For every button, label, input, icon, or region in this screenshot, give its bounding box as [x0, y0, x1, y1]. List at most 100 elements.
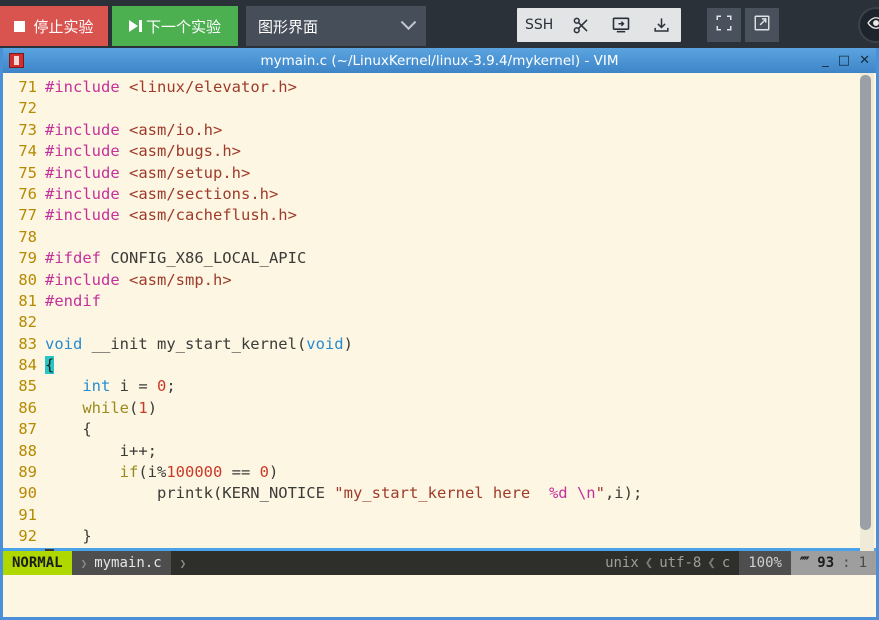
code-line: 88 i++; — [3, 441, 876, 462]
line-number: 92 — [18, 527, 37, 546]
code-token: #include — [45, 78, 129, 96]
code-line: 82 — [3, 312, 876, 333]
status-filetype: c — [721, 555, 731, 571]
code-line: 74 #include <asm/bugs.h> — [3, 141, 876, 162]
code-token: 0 — [259, 463, 269, 482]
code-line: 93} — [3, 547, 876, 551]
display-mode-value: 图形界面 — [258, 17, 319, 36]
ssh-label: SSH — [525, 17, 554, 33]
stop-experiment-label: 停止实验 — [33, 17, 94, 36]
code-token: #include — [45, 120, 129, 139]
code-token: ) — [147, 398, 158, 417]
code-line: 77 #include <asm/cacheflush.h> — [3, 205, 876, 226]
status-sep-2: ❮ — [707, 555, 716, 571]
code-token: #ifdef — [45, 249, 111, 268]
code-line: 71 #include <linux/elevator.h> — [3, 77, 876, 98]
close-button[interactable]: ✕ — [859, 54, 870, 67]
code-token: == — [222, 463, 260, 482]
code-token: #include — [45, 206, 129, 225]
line-number: 73 — [18, 120, 37, 139]
code-token: <asm/sections.h> — [129, 184, 279, 203]
eye-icon — [867, 14, 879, 36]
code-line: 78 — [3, 227, 876, 248]
code-token: void — [45, 334, 83, 353]
status-filename: mymain.c — [94, 555, 162, 571]
line-number: 93 — [3, 548, 45, 551]
status-sep-1: ❮ — [644, 555, 654, 571]
chevron-down-icon — [400, 13, 417, 30]
code-token: void — [306, 334, 344, 353]
line-number: 76 — [18, 184, 37, 203]
code-token: 0 — [157, 377, 167, 396]
scrollbar-thumb[interactable] — [860, 75, 871, 530]
code-token: <asm/smp.h> — [129, 270, 232, 289]
code-token: <asm/cacheflush.h> — [129, 206, 297, 225]
code-token: #include — [45, 142, 129, 161]
code-line: 76 #include <asm/sections.h> — [3, 184, 876, 205]
window-title: mymain.c (~/LinuxKernel/linux-3.9.4/myke… — [260, 52, 619, 69]
code-token: <asm/setup.h> — [129, 163, 251, 182]
code-line: 80 #include <asm/smp.h> — [3, 270, 876, 291]
status-filler: ❯ — [170, 551, 597, 575]
connection-tool-group: SSH — [517, 8, 682, 42]
visibility-toggle-button[interactable] — [858, 7, 879, 43]
line-number: 83 — [18, 334, 37, 353]
code-token: #include — [45, 163, 129, 182]
maximize-button[interactable]: □ — [838, 54, 850, 67]
line-number: 85 — [18, 377, 37, 396]
code-token: %d — [548, 484, 568, 503]
share-screen-button[interactable] — [601, 8, 641, 42]
code-token: } — [45, 527, 92, 546]
code-token: " — [595, 484, 605, 503]
fullscreen-button[interactable] — [707, 8, 741, 42]
fullscreen-icon — [715, 14, 733, 36]
download-button[interactable] — [641, 8, 681, 42]
code-token: 1 — [138, 398, 148, 417]
line-number: 79 — [18, 249, 37, 268]
code-token: ) — [269, 463, 279, 482]
line-number: 81 — [18, 291, 37, 310]
status-encoding: utf-8 — [659, 555, 702, 571]
popout-button[interactable] — [745, 8, 779, 42]
code-token: i = — [110, 377, 157, 396]
code-line: 81 #endif — [3, 291, 876, 312]
code-token: if — [119, 463, 139, 482]
code-token: "my_start_kernel here — [334, 484, 549, 503]
status-fileformat: unix — [605, 555, 639, 571]
code-token: ( — [129, 398, 139, 417]
status-arrow-1: ❯ — [80, 556, 88, 570]
status-arrow-2: ❯ — [179, 556, 187, 570]
vim-code-area[interactable]: 71 #include <linux/elevator.h> 72 73 #includ… — [3, 73, 876, 551]
code-token: \n — [576, 484, 596, 503]
scissors-icon — [572, 16, 591, 35]
line-number: 75 — [18, 163, 37, 182]
code-line: 73 #include <asm/io.h> — [3, 120, 876, 141]
vim-titlebar[interactable]: mymain.c (~/LinuxKernel/linux-3.9.4/myke… — [3, 48, 876, 73]
status-mode: NORMAL — [3, 551, 72, 575]
code-line: 72 — [3, 98, 876, 119]
ssh-button[interactable]: SSH — [517, 8, 561, 42]
status-filename-segment: ❯ mymain.c — [71, 551, 171, 575]
code-token: while — [82, 398, 129, 417]
download-icon — [652, 16, 671, 35]
vim-window: mymain.c (~/LinuxKernel/linux-3.9.4/myke… — [0, 48, 879, 620]
status-percent: 100% — [739, 551, 791, 575]
code-line: 90 printk(KERN_NOTICE "my_start_kernel h… — [3, 483, 876, 504]
share-screen-icon — [611, 15, 631, 35]
minimize-button[interactable]: _ — [822, 54, 829, 67]
code-token: CONFIG_X86_LOCAL_APIC — [110, 249, 307, 268]
vertical-scrollbar[interactable] — [860, 73, 874, 551]
next-experiment-button[interactable]: 下一个实验 — [112, 6, 238, 46]
display-mode-select[interactable]: 图形界面 — [246, 6, 426, 46]
vim-command-line[interactable] — [3, 575, 876, 617]
line-number: 74 — [18, 142, 37, 161]
code-token: <asm/io.h> — [129, 120, 223, 139]
code-line: 89 if(i%100000 == 0) — [3, 462, 876, 483]
stop-experiment-button[interactable]: 停止实验 — [0, 6, 108, 46]
line-number: 72 — [18, 99, 37, 118]
code-line: 79 #ifdef CONFIG_X86_LOCAL_APIC — [3, 248, 876, 269]
scissors-button[interactable] — [561, 8, 601, 42]
